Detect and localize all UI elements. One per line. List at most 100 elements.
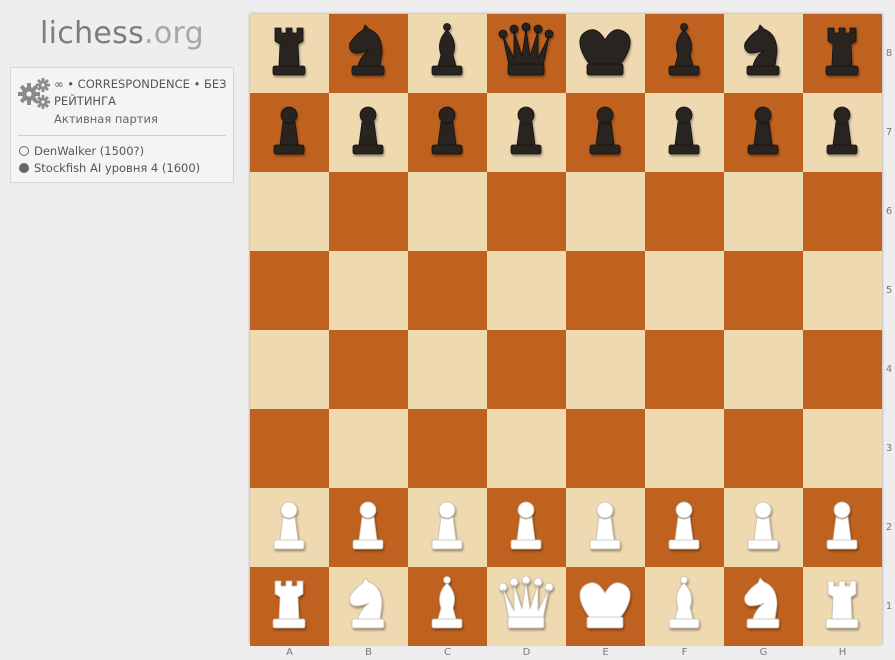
square-e5[interactable] bbox=[566, 251, 645, 330]
white-knight-icon[interactable] bbox=[338, 575, 398, 637]
square-f6[interactable] bbox=[645, 172, 724, 251]
square-f3[interactable] bbox=[645, 409, 724, 488]
black-pawn-icon[interactable] bbox=[496, 101, 556, 163]
white-queen-icon[interactable] bbox=[496, 575, 556, 637]
white-rook-icon[interactable] bbox=[259, 575, 319, 637]
square-b3[interactable] bbox=[329, 409, 408, 488]
square-e2[interactable] bbox=[566, 488, 645, 567]
white-pawn-icon[interactable] bbox=[812, 496, 872, 558]
square-e3[interactable] bbox=[566, 409, 645, 488]
square-h3[interactable] bbox=[803, 409, 882, 488]
black-king-icon[interactable] bbox=[575, 22, 635, 84]
square-h5[interactable] bbox=[803, 251, 882, 330]
player-black[interactable]: Stockfish AI уровня 4 (1600) bbox=[19, 161, 200, 175]
square-b8[interactable] bbox=[329, 14, 408, 93]
white-knight-icon[interactable] bbox=[733, 575, 793, 637]
square-c1[interactable] bbox=[408, 567, 487, 646]
black-rook-icon[interactable] bbox=[259, 22, 319, 84]
white-pawn-icon[interactable] bbox=[338, 496, 398, 558]
square-d1[interactable] bbox=[487, 567, 566, 646]
square-a6[interactable] bbox=[250, 172, 329, 251]
black-pawn-icon[interactable] bbox=[733, 101, 793, 163]
white-king-icon[interactable] bbox=[575, 575, 635, 637]
square-d3[interactable] bbox=[487, 409, 566, 488]
square-d5[interactable] bbox=[487, 251, 566, 330]
square-b6[interactable] bbox=[329, 172, 408, 251]
square-d6[interactable] bbox=[487, 172, 566, 251]
white-pawn-icon[interactable] bbox=[496, 496, 556, 558]
square-g2[interactable] bbox=[724, 488, 803, 567]
black-pawn-icon[interactable] bbox=[654, 101, 714, 163]
square-h4[interactable] bbox=[803, 330, 882, 409]
white-bishop-icon[interactable] bbox=[654, 575, 714, 637]
square-c4[interactable] bbox=[408, 330, 487, 409]
square-d2[interactable] bbox=[487, 488, 566, 567]
square-f7[interactable] bbox=[645, 93, 724, 172]
square-f2[interactable] bbox=[645, 488, 724, 567]
square-a4[interactable] bbox=[250, 330, 329, 409]
white-rook-icon[interactable] bbox=[812, 575, 872, 637]
black-pawn-icon[interactable] bbox=[259, 101, 319, 163]
square-g5[interactable] bbox=[724, 251, 803, 330]
square-g6[interactable] bbox=[724, 172, 803, 251]
square-h7[interactable] bbox=[803, 93, 882, 172]
black-pawn-icon[interactable] bbox=[812, 101, 872, 163]
square-h2[interactable] bbox=[803, 488, 882, 567]
black-pawn-icon[interactable] bbox=[338, 101, 398, 163]
square-c6[interactable] bbox=[408, 172, 487, 251]
square-g1[interactable] bbox=[724, 567, 803, 646]
square-c3[interactable] bbox=[408, 409, 487, 488]
white-pawn-icon[interactable] bbox=[654, 496, 714, 558]
square-f5[interactable] bbox=[645, 251, 724, 330]
square-a2[interactable] bbox=[250, 488, 329, 567]
white-pawn-icon[interactable] bbox=[575, 496, 635, 558]
square-d4[interactable] bbox=[487, 330, 566, 409]
square-f8[interactable] bbox=[645, 14, 724, 93]
square-b4[interactable] bbox=[329, 330, 408, 409]
square-a8[interactable] bbox=[250, 14, 329, 93]
square-g7[interactable] bbox=[724, 93, 803, 172]
square-d8[interactable] bbox=[487, 14, 566, 93]
chess-board[interactable] bbox=[250, 14, 882, 646]
square-b1[interactable] bbox=[329, 567, 408, 646]
square-e8[interactable] bbox=[566, 14, 645, 93]
square-c7[interactable] bbox=[408, 93, 487, 172]
square-b7[interactable] bbox=[329, 93, 408, 172]
square-a5[interactable] bbox=[250, 251, 329, 330]
black-pawn-icon[interactable] bbox=[417, 101, 477, 163]
player-white[interactable]: DenWalker (1500?) bbox=[19, 144, 144, 158]
square-d7[interactable] bbox=[487, 93, 566, 172]
black-knight-icon[interactable] bbox=[338, 22, 398, 84]
black-bishop-icon[interactable] bbox=[654, 22, 714, 84]
square-h6[interactable] bbox=[803, 172, 882, 251]
square-g8[interactable] bbox=[724, 14, 803, 93]
square-b5[interactable] bbox=[329, 251, 408, 330]
black-pawn-icon[interactable] bbox=[575, 101, 635, 163]
white-pawn-icon[interactable] bbox=[259, 496, 319, 558]
square-c5[interactable] bbox=[408, 251, 487, 330]
square-f4[interactable] bbox=[645, 330, 724, 409]
square-c2[interactable] bbox=[408, 488, 487, 567]
lichess-logo[interactable]: lichess.org bbox=[40, 16, 204, 51]
black-rook-icon[interactable] bbox=[812, 22, 872, 84]
square-e1[interactable] bbox=[566, 567, 645, 646]
square-c8[interactable] bbox=[408, 14, 487, 93]
white-pawn-icon[interactable] bbox=[733, 496, 793, 558]
square-f1[interactable] bbox=[645, 567, 724, 646]
black-bishop-icon[interactable] bbox=[417, 22, 477, 84]
square-e7[interactable] bbox=[566, 93, 645, 172]
square-b2[interactable] bbox=[329, 488, 408, 567]
black-knight-icon[interactable] bbox=[733, 22, 793, 84]
square-g3[interactable] bbox=[724, 409, 803, 488]
square-g4[interactable] bbox=[724, 330, 803, 409]
square-h1[interactable] bbox=[803, 567, 882, 646]
black-queen-icon[interactable] bbox=[496, 22, 556, 84]
square-a3[interactable] bbox=[250, 409, 329, 488]
square-h8[interactable] bbox=[803, 14, 882, 93]
square-e6[interactable] bbox=[566, 172, 645, 251]
square-e4[interactable] bbox=[566, 330, 645, 409]
square-a7[interactable] bbox=[250, 93, 329, 172]
square-a1[interactable] bbox=[250, 567, 329, 646]
white-bishop-icon[interactable] bbox=[417, 575, 477, 637]
white-pawn-icon[interactable] bbox=[417, 496, 477, 558]
